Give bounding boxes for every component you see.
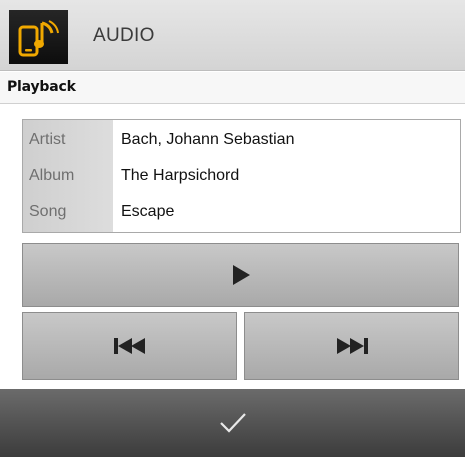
song-value: Escape	[121, 203, 175, 220]
skip-previous-icon	[113, 338, 145, 354]
info-row-artist: Artist Bach, Johann Sebastian	[23, 122, 460, 158]
confirm-button[interactable]	[0, 389, 465, 457]
section-header: Playback	[0, 72, 465, 104]
album-value: The Harpsichord	[121, 167, 240, 184]
phone-music-icon[interactable]	[9, 10, 68, 64]
app-header: AUDIO	[0, 0, 465, 71]
app-title: AUDIO	[93, 25, 155, 46]
checkmark-icon	[219, 413, 246, 433]
info-row-song: Song Escape	[23, 194, 460, 230]
play-button[interactable]	[22, 243, 459, 307]
artist-label: Artist	[29, 131, 66, 148]
info-row-album: Album The Harpsichord	[23, 158, 460, 194]
next-track-button[interactable]	[244, 312, 459, 380]
track-info-panel: Artist Bach, Johann Sebastian Album The …	[22, 119, 461, 233]
previous-track-button[interactable]	[22, 312, 237, 380]
artist-value: Bach, Johann Sebastian	[121, 131, 295, 148]
play-icon	[232, 265, 250, 285]
section-title: Playback	[7, 79, 76, 95]
skip-next-icon	[336, 338, 368, 354]
song-label: Song	[29, 203, 67, 220]
album-label: Album	[29, 167, 75, 184]
